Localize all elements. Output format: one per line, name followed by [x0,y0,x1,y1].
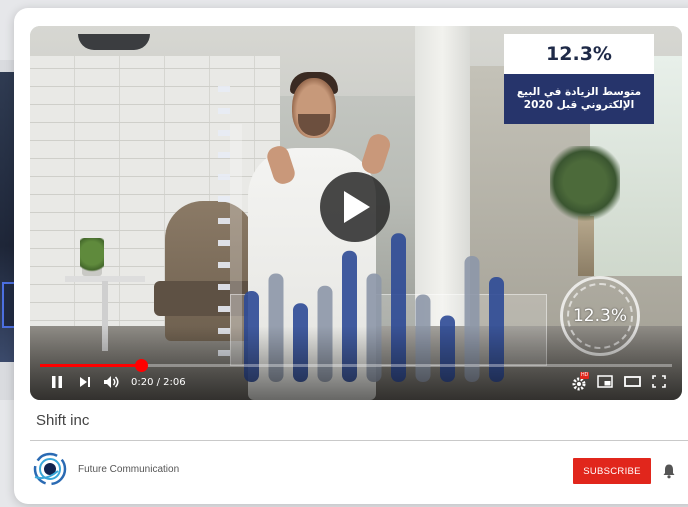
stat-overlay-caption-line1: متوسط الزيادة في البيع [516,86,642,98]
pause-button[interactable] [50,375,64,389]
theater-mode-icon [624,376,641,387]
pause-icon [52,376,62,388]
stat-overlay: 12.3% متوسط الزيادة في البيع الإلكتروني … [504,34,654,136]
fullscreen-icon [652,375,666,388]
miniplayer-icon [597,375,613,388]
video-player[interactable]: 12.3% متوسط الزيادة في البيع الإلكتروني … [30,26,682,400]
play-button[interactable] [320,172,390,242]
skip-next-icon [80,377,90,387]
play-icon [344,191,370,223]
video-card: 12.3% متوسط الزيادة في البيع الإلكتروني … [14,8,688,504]
progress-fill [40,364,142,367]
channel-logo[interactable] [32,451,68,487]
theater-mode-button[interactable] [624,375,641,388]
miniplayer-button[interactable] [597,375,613,388]
settings-button[interactable]: HD [571,372,590,391]
bell-icon [663,464,675,479]
stat-overlay-value: 12.3% [504,34,654,74]
channel-name[interactable]: Future Communication [78,464,179,475]
hd-badge: HD [580,372,590,379]
video-caption: Shift inc [36,412,90,429]
fullscreen-button[interactable] [652,375,666,388]
notification-bell-button[interactable] [662,463,676,479]
progress-bar[interactable] [40,359,672,372]
stat-overlay-caption-line2: الإلكتروني قبل 2020 [523,99,635,111]
subscribe-button[interactable]: SUBSCRIBE [573,458,651,484]
channel-logo-icon [33,452,67,486]
divider [30,440,688,441]
volume-icon [104,376,119,388]
controls-bar: 0:20 / 2:06 HD [30,372,682,395]
volume-button[interactable] [103,375,121,389]
next-button[interactable] [78,375,92,389]
time-display: 0:20 / 2:06 [131,377,186,388]
stat-overlay-caption: متوسط الزيادة في البيع الإلكتروني قبل 20… [504,74,654,124]
